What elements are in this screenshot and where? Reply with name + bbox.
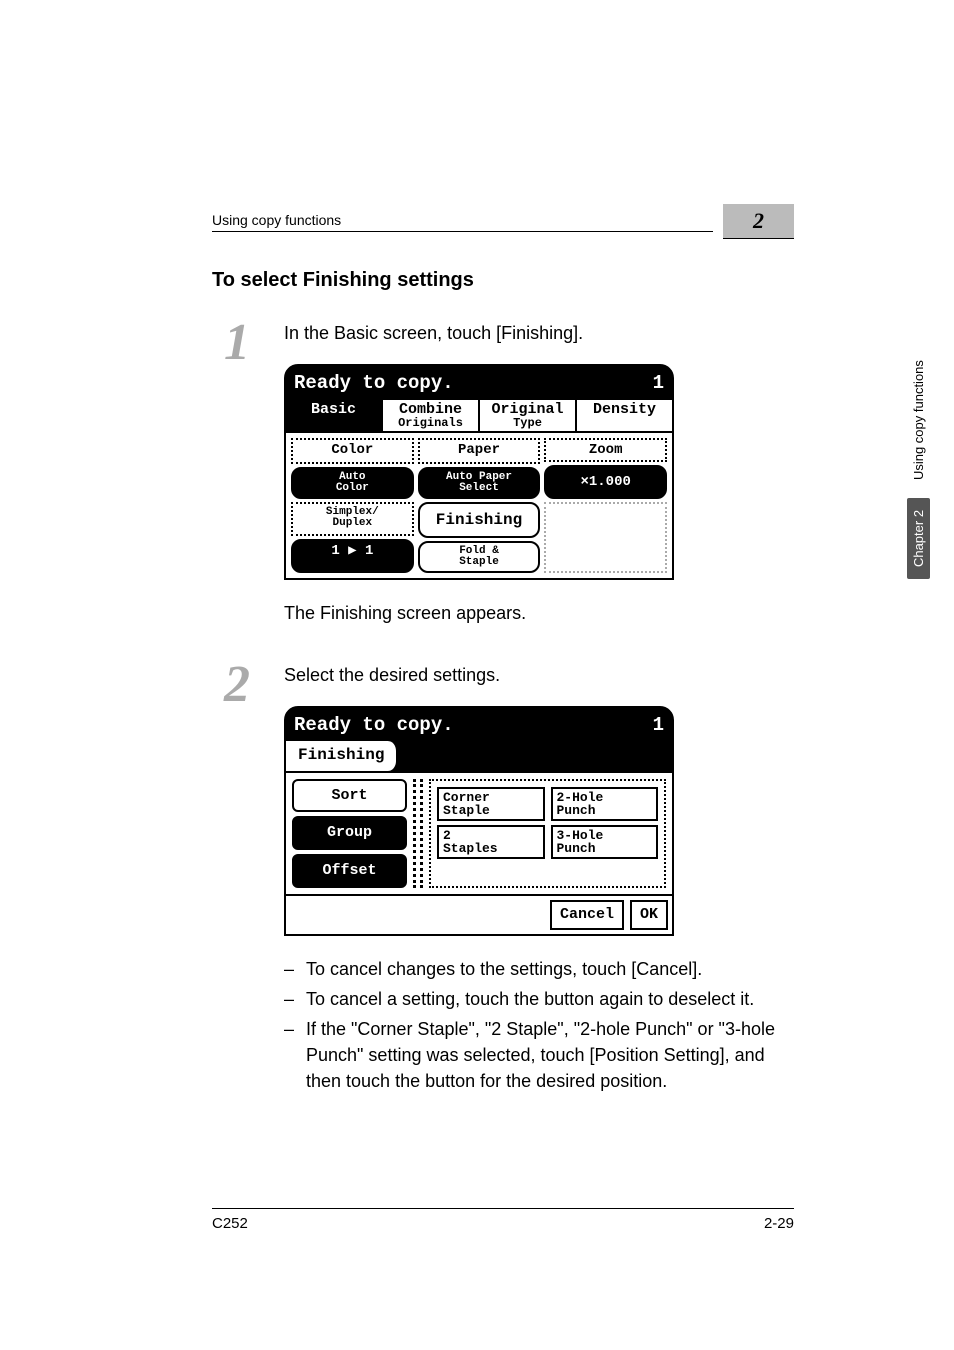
btn-3hole-punch[interactable]: 3-HolePunch [551, 825, 659, 859]
btn-2-staples[interactable]: 2Staples [437, 825, 545, 859]
lcd2-title: Ready to copy. [294, 712, 454, 740]
step-1-number: 1 [212, 320, 262, 644]
btn-offset[interactable]: Offset [292, 854, 407, 888]
footer-page: 2-29 [764, 1215, 794, 1232]
step-1-text: In the Basic screen, touch [Finishing]. [284, 320, 794, 346]
tab-basic[interactable]: Basic [286, 400, 383, 431]
btn-simplex-value[interactable]: 1 ▶ 1 [291, 539, 414, 573]
lcd1-count: 1 [653, 370, 664, 398]
divider-dotted [413, 779, 423, 888]
label-zoom: Zoom [544, 438, 667, 462]
btn-fold-staple[interactable]: Fold &Staple [418, 541, 541, 573]
step-1: 1 In the Basic screen, touch [Finishing]… [212, 320, 794, 644]
bullet-2: To cancel a setting, touch the button ag… [284, 986, 794, 1012]
step-1-after: The Finishing screen appears. [284, 600, 794, 626]
empty-cell [544, 502, 667, 573]
page-footer: C252 2-29 [212, 1208, 794, 1232]
side-chapter-label: Chapter 2 [907, 498, 930, 579]
footer-model: C252 [212, 1215, 248, 1232]
lcd-basic-screen: Ready to copy. 1 Basic CombineOriginals … [284, 364, 674, 580]
step-2-bullets: To cancel changes to the settings, touch… [284, 956, 794, 1094]
tab-original-type[interactable]: OriginalType [480, 400, 577, 431]
btn-group[interactable]: Group [292, 816, 407, 850]
bullet-3: If the "Corner Staple", "2 Staple", "2-h… [284, 1016, 794, 1094]
side-section-label: Using copy functions [907, 350, 930, 490]
btn-finishing[interactable]: Finishing [418, 502, 541, 538]
side-tab: Chapter 2 Using copy functions [907, 350, 930, 579]
breadcrumb: Using copy functions [212, 212, 713, 232]
btn-auto-paper[interactable]: Auto PaperSelect [418, 467, 541, 499]
bullet-1: To cancel changes to the settings, touch… [284, 956, 794, 982]
btn-ok[interactable]: OK [630, 900, 668, 930]
tab-finishing[interactable]: Finishing [286, 741, 398, 770]
btn-zoom-value[interactable]: ×1.000 [544, 465, 667, 499]
lcd-finishing-screen: Ready to copy. 1 Finishing Sort Group Of… [284, 706, 674, 936]
step-2-text: Select the desired settings. [284, 662, 794, 688]
chapter-number: 2 [723, 204, 794, 239]
btn-2hole-punch[interactable]: 2-HolePunch [551, 787, 659, 821]
btn-corner-staple[interactable]: CornerStaple [437, 787, 545, 821]
label-paper: Paper [418, 438, 541, 464]
step-2-number: 2 [212, 662, 262, 1098]
btn-cancel[interactable]: Cancel [550, 900, 624, 930]
label-color: Color [291, 438, 414, 464]
btn-sort[interactable]: Sort [292, 779, 407, 813]
tab-density[interactable]: Density [577, 400, 672, 431]
section-title: To select Finishing settings [212, 269, 794, 292]
tab-combine-originals[interactable]: CombineOriginals [383, 400, 480, 431]
lcd1-title: Ready to copy. [294, 370, 454, 398]
step-2: 2 Select the desired settings. Ready to … [212, 662, 794, 1098]
page-header: Using copy functions 2 To select Finishi… [212, 204, 794, 292]
btn-auto-color[interactable]: AutoColor [291, 467, 414, 499]
label-simplex-duplex: Simplex/Duplex [291, 502, 414, 536]
lcd2-count: 1 [653, 712, 664, 740]
